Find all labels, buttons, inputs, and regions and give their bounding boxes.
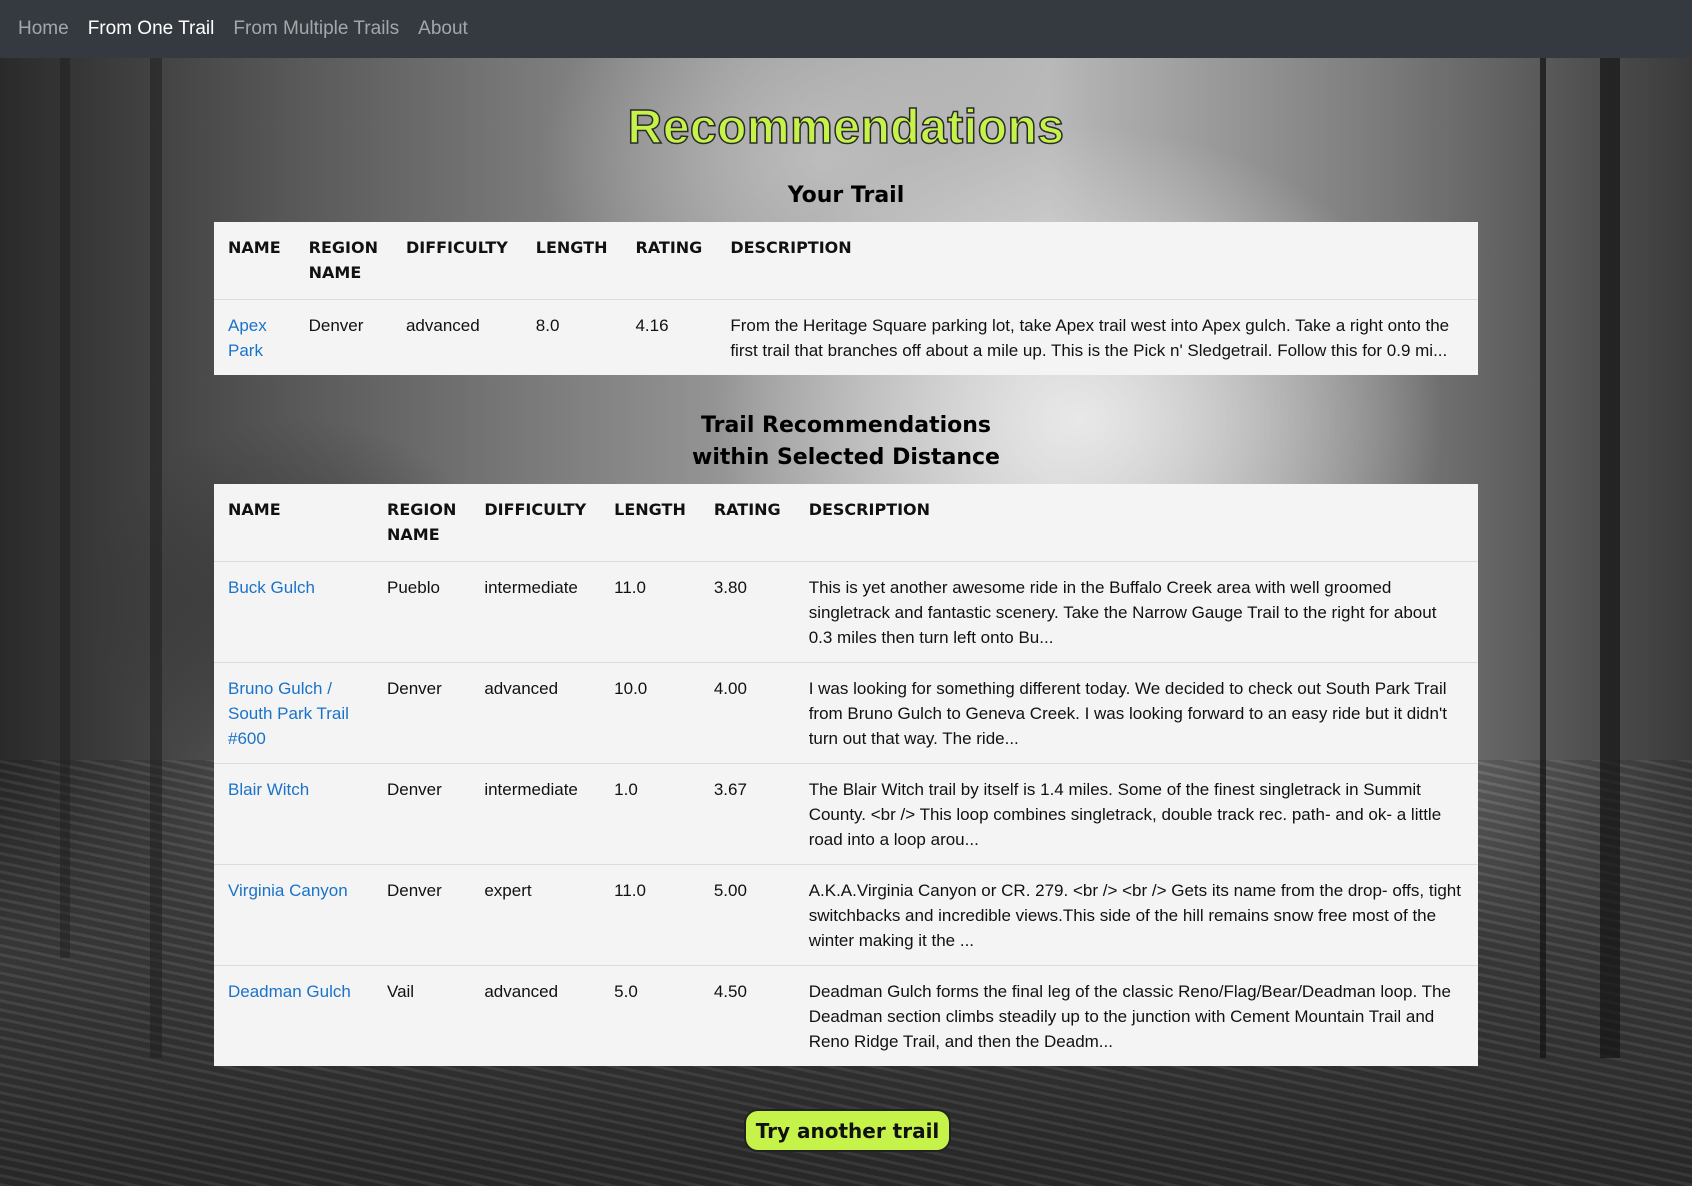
trail-difficulty: intermediate — [470, 561, 601, 663]
table-header-row: NAME REGION NAME DIFFICULTY LENGTH RATIN… — [214, 222, 1478, 300]
column-header-length: LENGTH — [600, 484, 700, 562]
trail-name-link[interactable]: Buck Gulch — [228, 578, 315, 597]
trail-name-link[interactable]: Blair Witch — [228, 780, 309, 799]
trail-difficulty: advanced — [391, 299, 522, 375]
trail-name-link[interactable]: Virginia Canyon — [228, 881, 348, 900]
trail-name-link[interactable]: Bruno Gulch / South Park Trail #600 — [228, 679, 349, 748]
navbar: Home From One Trail From Multiple Trails… — [0, 0, 1692, 58]
table-row: Deadman Gulch Vail advanced 5.0 4.50 Dea… — [214, 965, 1478, 1066]
recommendations-heading: Trail Recommendations within Selected Di… — [0, 410, 1692, 474]
nav-home[interactable]: Home — [18, 18, 69, 40]
trail-region: Denver — [373, 763, 471, 865]
trail-difficulty: advanced — [470, 965, 601, 1066]
nav-from-multiple-trails[interactable]: From Multiple Trails — [233, 18, 399, 40]
your-trail-heading: Your Trail — [787, 183, 905, 208]
column-header-rating: RATING — [699, 484, 795, 562]
trail-length: 8.0 — [521, 299, 622, 375]
trail-length: 11.0 — [600, 864, 700, 966]
page-title: Recommendations — [627, 100, 1065, 155]
trail-description: From the Heritage Square parking lot, ta… — [716, 299, 1478, 375]
nav-from-one-trail[interactable]: From One Trail — [88, 18, 215, 40]
table-row: Virginia Canyon Denver expert 11.0 5.00 … — [214, 864, 1478, 966]
nav-about[interactable]: About — [418, 18, 468, 40]
trail-length: 10.0 — [600, 662, 700, 764]
table-row: Bruno Gulch / South Park Trail #600 Denv… — [214, 662, 1478, 764]
recommendations-heading-line1: Trail Recommendations — [701, 413, 991, 438]
column-header-rating: RATING — [621, 222, 717, 300]
trail-difficulty: advanced — [470, 662, 601, 764]
trail-rating: 4.16 — [621, 299, 717, 375]
try-another-trail-button[interactable]: Try another trail — [744, 1109, 951, 1152]
trail-description: Deadman Gulch forms the final leg of the… — [794, 965, 1478, 1066]
trail-length: 1.0 — [600, 763, 700, 865]
trail-region: Denver — [373, 864, 471, 966]
column-header-description: DESCRIPTION — [794, 484, 1478, 562]
trail-length: 5.0 — [600, 965, 700, 1066]
trail-rating: 4.00 — [699, 662, 795, 764]
trail-name-link[interactable]: Apex Park — [228, 316, 267, 360]
table-row: Apex Park Denver advanced 8.0 4.16 From … — [214, 299, 1478, 375]
column-header-difficulty: DIFFICULTY — [391, 222, 522, 300]
recommendations-heading-line2: within Selected Distance — [692, 445, 1000, 470]
trail-difficulty: intermediate — [470, 763, 601, 865]
recommendations-table: NAME REGION NAME DIFFICULTY LENGTH RATIN… — [214, 484, 1478, 1066]
trail-rating: 5.00 — [699, 864, 795, 966]
trail-description: I was looking for something different to… — [794, 662, 1478, 764]
trail-rating: 3.67 — [699, 763, 795, 865]
your-trail-table: NAME REGION NAME DIFFICULTY LENGTH RATIN… — [214, 222, 1478, 375]
trail-difficulty: expert — [470, 864, 601, 966]
table-header-row: NAME REGION NAME DIFFICULTY LENGTH RATIN… — [214, 484, 1478, 562]
column-header-region: REGION NAME — [294, 222, 392, 300]
trail-region: Denver — [373, 662, 471, 764]
trail-region: Vail — [373, 965, 471, 1066]
table-row: Blair Witch Denver intermediate 1.0 3.67… — [214, 763, 1478, 865]
column-header-region: REGION NAME — [373, 484, 471, 562]
trail-rating: 4.50 — [699, 965, 795, 1066]
trail-description: A.K.A.Virginia Canyon or CR. 279. <br />… — [794, 864, 1478, 966]
column-header-difficulty: DIFFICULTY — [470, 484, 601, 562]
trail-description: The Blair Witch trail by itself is 1.4 m… — [794, 763, 1478, 865]
trail-length: 11.0 — [600, 561, 700, 663]
column-header-name: NAME — [214, 222, 295, 300]
trail-rating: 3.80 — [699, 561, 795, 663]
column-header-description: DESCRIPTION — [716, 222, 1478, 300]
trail-name-link[interactable]: Deadman Gulch — [228, 982, 351, 1001]
trail-description: This is yet another awesome ride in the … — [794, 561, 1478, 663]
trail-region: Denver — [294, 299, 392, 375]
column-header-name: NAME — [214, 484, 373, 562]
table-row: Buck Gulch Pueblo intermediate 11.0 3.80… — [214, 561, 1478, 663]
trail-region: Pueblo — [373, 561, 471, 663]
column-header-length: LENGTH — [521, 222, 622, 300]
